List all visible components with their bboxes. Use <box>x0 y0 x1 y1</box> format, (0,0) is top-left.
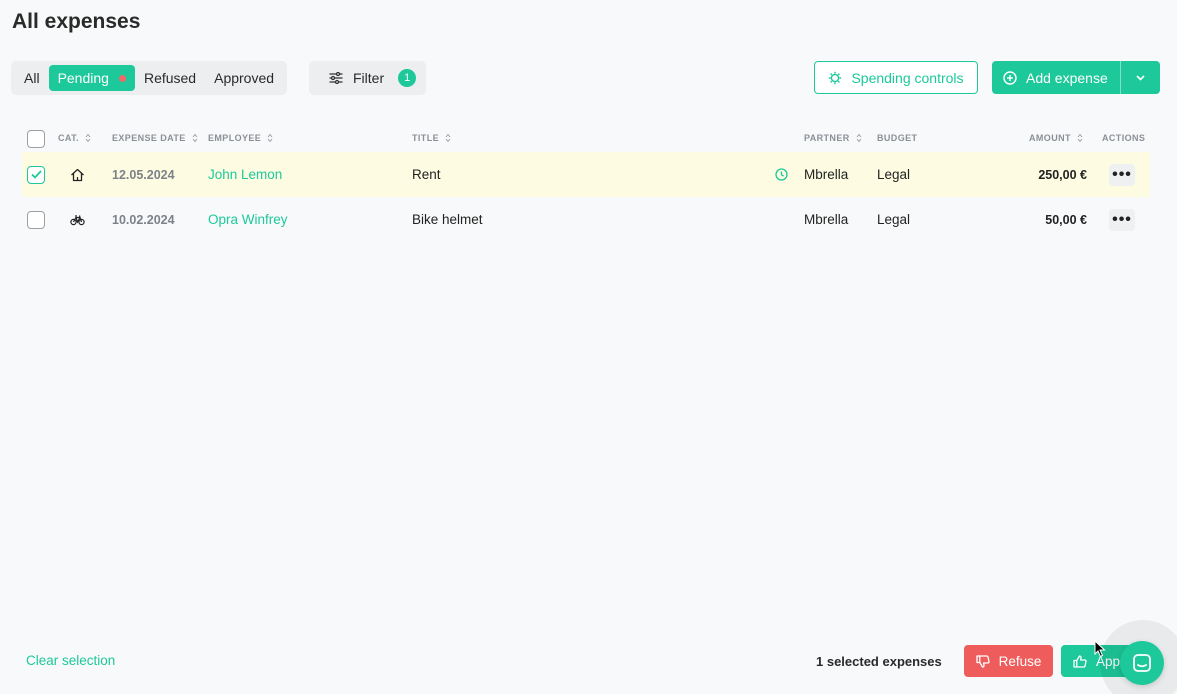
row-actions-button[interactable]: ••• <box>1109 208 1135 231</box>
add-expense-split-button: Add expense <box>992 61 1160 94</box>
sliders-icon <box>329 72 343 84</box>
table-header: CAT. EXPENSE DATE EMPLOYEE TITLE PARTNER… <box>22 126 1150 152</box>
gear-icon <box>829 71 842 84</box>
budget-cell: Legal <box>877 212 911 227</box>
column-header-title-label: TITLE <box>412 133 439 143</box>
employee-link[interactable]: Opra Winfrey <box>208 197 288 242</box>
pending-indicator-dot <box>118 74 126 82</box>
employee-link[interactable]: John Lemon <box>208 152 282 197</box>
filter-button[interactable]: Filter 1 <box>309 61 426 95</box>
column-header-actions-label: ACTIONS <box>1102 133 1146 143</box>
spending-controls-label: Spending controls <box>851 69 964 86</box>
title-cell: Bike helmet <box>412 212 483 227</box>
column-header-category[interactable]: CAT. <box>58 133 91 143</box>
amount-cell: 50,00 € <box>1045 212 1087 227</box>
mouse-cursor-icon <box>1094 640 1106 658</box>
chat-icon <box>1133 654 1151 672</box>
tab-all[interactable]: All <box>15 65 49 91</box>
plus-circle-icon <box>1003 70 1017 85</box>
column-header-amount[interactable]: AMOUNT <box>1029 133 1083 143</box>
budget-cell: Legal <box>877 167 911 182</box>
column-header-budget-label: BUDGET <box>877 133 918 143</box>
row-select-cell <box>27 197 45 242</box>
add-expense-dropdown-toggle[interactable] <box>1120 61 1160 94</box>
spending-controls-button[interactable]: Spending controls <box>814 61 978 94</box>
status-cell <box>775 152 788 197</box>
house-icon <box>71 168 84 181</box>
actions-cell: ••• <box>1109 152 1135 197</box>
category-cell <box>70 197 85 242</box>
column-header-partner-label: PARTNER <box>804 133 850 143</box>
clear-selection-link[interactable]: Clear selection <box>26 653 115 668</box>
sort-icon <box>192 133 198 143</box>
table-row[interactable]: 12.05.2024 John Lemon Rent Mbrella Legal… <box>22 152 1150 197</box>
column-header-category-label: CAT. <box>58 133 79 143</box>
refuse-label: Refuse <box>998 653 1042 669</box>
row-checkbox[interactable] <box>27 210 45 229</box>
add-expense-button[interactable]: Add expense <box>992 61 1120 94</box>
sort-icon <box>445 133 451 143</box>
expense-date-cell: 12.05.2024 <box>112 167 175 182</box>
thumbs-down-icon <box>975 654 990 668</box>
status-tabs: All Pending Refused Approved <box>11 61 288 95</box>
sort-icon <box>856 133 862 143</box>
row-actions-button[interactable]: ••• <box>1109 163 1135 186</box>
page-title: All expenses <box>12 10 141 33</box>
tab-approved[interactable]: Approved <box>205 65 283 91</box>
row-checkbox[interactable] <box>27 165 45 184</box>
row-select-cell <box>27 152 45 197</box>
select-all-checkbox[interactable] <box>27 130 45 148</box>
thumbs-up-icon <box>1073 654 1087 668</box>
sort-icon <box>85 133 91 143</box>
tab-pending[interactable]: Pending <box>48 65 135 91</box>
selected-count-text: 1 selected expenses <box>816 654 942 669</box>
add-expense-label: Add expense <box>1026 69 1108 86</box>
partner-cell: Mbrella <box>804 167 849 182</box>
bicycle-icon <box>70 214 85 225</box>
category-cell <box>70 152 85 197</box>
column-header-title[interactable]: TITLE <box>412 133 451 143</box>
column-header-budget: BUDGET <box>877 133 917 143</box>
table-row[interactable]: 10.02.2024 Opra Winfrey Bike helmet Mbre… <box>22 197 1150 242</box>
filter-label: Filter <box>353 70 385 86</box>
column-header-expense-date[interactable]: EXPENSE DATE <box>112 133 198 143</box>
column-header-employee[interactable]: EMPLOYEE <box>208 133 273 143</box>
actions-cell: ••• <box>1109 197 1135 242</box>
column-header-partner[interactable]: PARTNER <box>804 133 862 143</box>
refuse-button[interactable]: Refuse <box>964 645 1053 677</box>
expense-date-cell: 10.02.2024 <box>112 212 175 227</box>
column-header-expense-date-label: EXPENSE DATE <box>112 133 186 143</box>
column-header-actions: ACTIONS <box>1102 133 1145 143</box>
title-cell: Rent <box>412 167 441 182</box>
sort-icon <box>1077 133 1083 143</box>
checkmark-icon <box>30 170 42 179</box>
filter-count-badge: 1 <box>398 69 417 87</box>
select-all-cell <box>27 130 45 148</box>
amount-cell: 250,00 € <box>1038 167 1087 182</box>
column-header-employee-label: EMPLOYEE <box>208 133 262 143</box>
chat-launcher-button[interactable] <box>1120 641 1164 685</box>
chevron-down-icon <box>1136 74 1145 81</box>
column-header-amount-label: AMOUNT <box>1029 133 1071 143</box>
expenses-table: CAT. EXPENSE DATE EMPLOYEE TITLE PARTNER… <box>22 126 1150 242</box>
tab-pending-label: Pending <box>57 70 109 86</box>
sort-icon <box>267 133 273 143</box>
tab-refused[interactable]: Refused <box>135 65 205 91</box>
clock-icon <box>775 168 788 181</box>
partner-cell: Mbrella <box>804 212 849 227</box>
